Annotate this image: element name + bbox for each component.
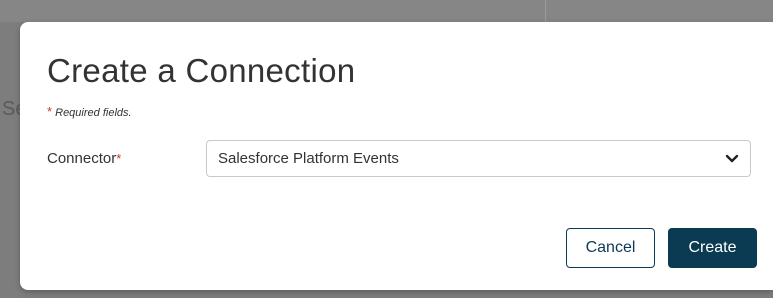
required-note-text: Required fields. (55, 107, 132, 119)
backdrop-divider (545, 0, 546, 22)
connector-required-mark: * (116, 151, 122, 166)
backdrop-header (0, 0, 773, 22)
dialog-title: Create a Connection (47, 52, 356, 89)
create-button[interactable]: Create (668, 228, 757, 268)
connector-select[interactable]: Salesforce Platform Events (206, 140, 751, 177)
create-connection-dialog: Create a Connection * Required fields. C… (20, 22, 773, 290)
cancel-button[interactable]: Cancel (566, 228, 655, 268)
connector-label: Connector* (47, 150, 121, 167)
connector-select-value: Salesforce Platform Events (218, 150, 399, 167)
chevron-down-icon (725, 154, 739, 163)
required-asterisk: * (47, 104, 53, 119)
required-fields-note: * Required fields. (47, 104, 132, 119)
connector-label-text: Connector (47, 150, 117, 167)
